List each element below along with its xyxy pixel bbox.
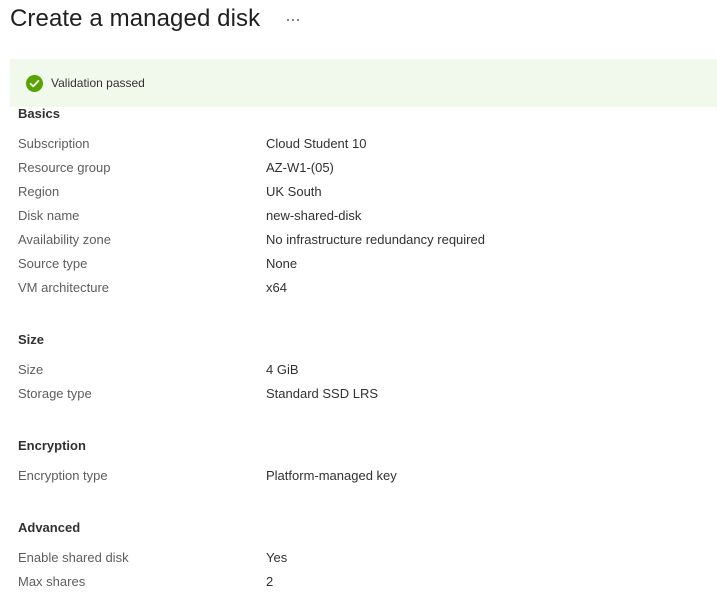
- summary-row-enable-shared-disk: Enable shared disk Yes: [18, 549, 698, 567]
- row-label: Resource group: [18, 160, 111, 175]
- row-label: Enable shared disk: [18, 550, 129, 565]
- row-value: new-shared-disk: [266, 208, 362, 223]
- summary-row-size: Size 4 GiB: [18, 361, 698, 379]
- row-label: Region: [18, 184, 60, 199]
- section-title-basics: Basics: [18, 106, 60, 121]
- section-title-size: Size: [18, 332, 45, 347]
- row-label: Disk name: [18, 208, 80, 223]
- validation-banner: Validation passed: [10, 59, 717, 107]
- row-value: 2: [266, 574, 274, 589]
- row-value: Platform-managed key: [266, 468, 397, 483]
- row-label: Encryption type: [18, 468, 108, 483]
- summary-row-storage-type: Storage type Standard SSD LRS: [18, 385, 698, 403]
- row-value: Yes: [266, 550, 288, 565]
- row-value: UK South: [266, 184, 322, 199]
- page-title: Create a managed disk: [10, 5, 261, 32]
- row-value: None: [266, 256, 298, 271]
- more-options-icon[interactable]: [286, 15, 300, 25]
- row-label: Max shares: [18, 574, 86, 589]
- success-check-icon: [26, 74, 43, 92]
- summary-row-max-shares: Max shares 2: [18, 573, 698, 591]
- validation-message: Validation passed: [51, 76, 145, 90]
- summary-row-vm-architecture: VM architecture x64: [18, 279, 698, 297]
- section-title-advanced: Advanced: [18, 520, 81, 535]
- row-value: Standard SSD LRS: [266, 386, 379, 401]
- summary-row-disk-name: Disk name new-shared-disk: [18, 207, 698, 225]
- row-value: No infrastructure redundancy required: [266, 232, 485, 247]
- page-header: Create a managed disk: [10, 2, 300, 36]
- row-label: Storage type: [18, 386, 92, 401]
- row-value: Cloud Student 10: [266, 136, 367, 151]
- row-value: 4 GiB: [266, 362, 299, 377]
- summary-row-resource-group: Resource group AZ-W1-(05): [18, 159, 698, 177]
- summary-row-encryption-type: Encryption type Platform-managed key: [18, 467, 698, 485]
- row-value: AZ-W1-(05): [266, 160, 334, 175]
- row-label: Source type: [18, 256, 88, 271]
- row-label: VM architecture: [18, 280, 110, 295]
- summary-row-subscription: Subscription Cloud Student 10: [18, 135, 698, 153]
- row-label: Subscription: [18, 136, 90, 151]
- section-title-encryption: Encryption: [18, 438, 86, 453]
- row-value: x64: [266, 280, 287, 295]
- summary-row-region: Region UK South: [18, 183, 698, 201]
- row-label: Availability zone: [18, 232, 111, 247]
- summary-row-source-type: Source type None: [18, 255, 698, 273]
- row-label: Size: [18, 362, 44, 377]
- summary-row-availability-zone: Availability zone No infrastructure redu…: [18, 231, 698, 249]
